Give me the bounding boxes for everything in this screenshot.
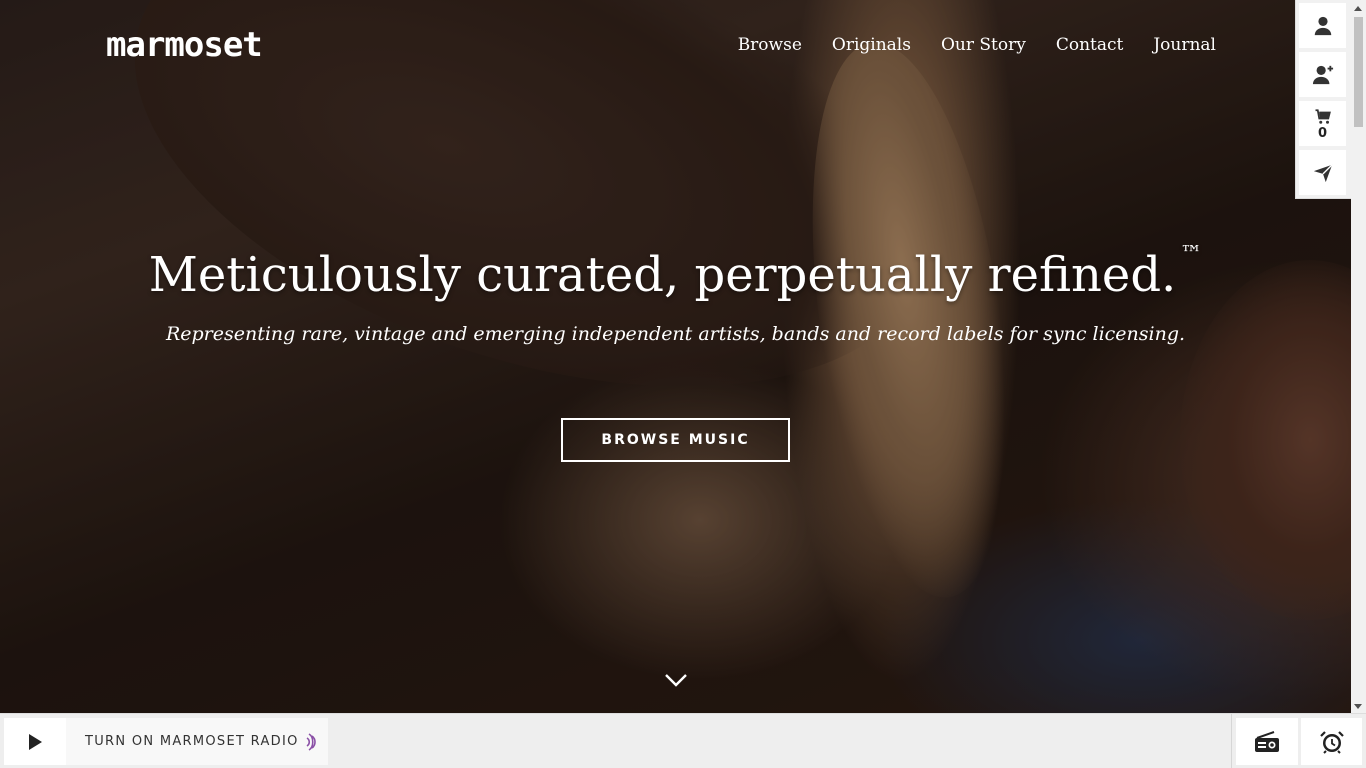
- radio-stations-button[interactable]: [1236, 718, 1298, 765]
- scrollbar-thumb[interactable]: [1354, 17, 1363, 127]
- cart-icon: [1315, 108, 1331, 124]
- trademark-symbol: ™: [1180, 242, 1203, 267]
- nav-browse[interactable]: Browse: [738, 34, 802, 56]
- send-icon: [1313, 163, 1333, 182]
- browse-music-button[interactable]: BROWSE MUSIC: [561, 418, 790, 462]
- alarm-clock-icon: [1319, 730, 1344, 754]
- play-button[interactable]: [4, 718, 66, 765]
- nav-contact[interactable]: Contact: [1056, 34, 1124, 56]
- page-scrollbar[interactable]: [1351, 0, 1366, 713]
- hero-headline: Meticulously curated, perpetually refine…: [0, 242, 1351, 305]
- radio-icon: [1255, 730, 1279, 752]
- nav-originals[interactable]: Originals: [832, 34, 911, 56]
- scroll-down-arrow[interactable]: [1354, 704, 1362, 709]
- user-icon: [1314, 16, 1331, 35]
- marmoset-logo[interactable]: marmoset: [106, 28, 263, 62]
- signup-button[interactable]: [1299, 52, 1346, 97]
- cart-count: 0: [1317, 125, 1328, 141]
- nav-journal[interactable]: Journal: [1153, 34, 1216, 56]
- signal-icon: [306, 733, 316, 751]
- hero-headline-text: Meticulously curated, perpetually refine…: [148, 247, 1177, 303]
- scroll-up-arrow[interactable]: [1354, 6, 1362, 11]
- radio-toggle[interactable]: TURN ON MARMOSET RADIO: [66, 718, 328, 765]
- nav-our-story[interactable]: Our Story: [941, 34, 1026, 56]
- add-user-icon: [1312, 65, 1333, 84]
- radio-player-bar: TURN ON MARMOSET RADIO: [0, 713, 1366, 768]
- side-toolbar: 0: [1296, 0, 1351, 198]
- alarm-button[interactable]: [1301, 718, 1362, 765]
- login-button[interactable]: [1299, 3, 1346, 48]
- hero-subheadline: Representing rare, vintage and emerging …: [165, 323, 1186, 345]
- footer-divider: [1231, 714, 1232, 768]
- chevron-down-icon[interactable]: [664, 671, 688, 689]
- play-icon: [29, 733, 42, 750]
- main-nav: Browse Originals Our Story Contact Journ…: [738, 34, 1216, 56]
- send-button[interactable]: [1299, 150, 1346, 195]
- radio-label: TURN ON MARMOSET RADIO: [85, 734, 299, 749]
- cart-button[interactable]: 0: [1299, 101, 1346, 146]
- hero-background: [0, 0, 1351, 713]
